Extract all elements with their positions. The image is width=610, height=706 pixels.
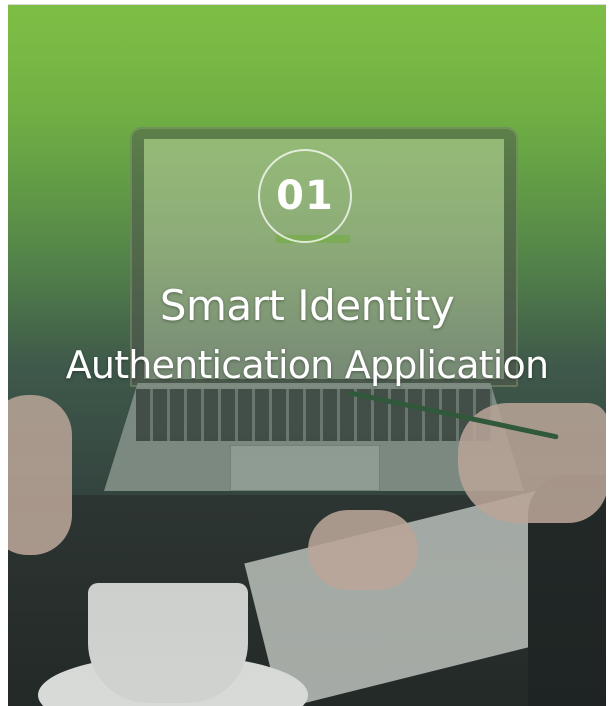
card-title-line1: Smart Identity	[159, 281, 455, 330]
card-title-line2: Authentication Application	[65, 343, 549, 387]
feature-card[interactable]: 01 Smart Identity Authentication Applica…	[8, 4, 606, 706]
number-label: 01	[276, 173, 334, 219]
number-badge: 01	[258, 149, 352, 243]
